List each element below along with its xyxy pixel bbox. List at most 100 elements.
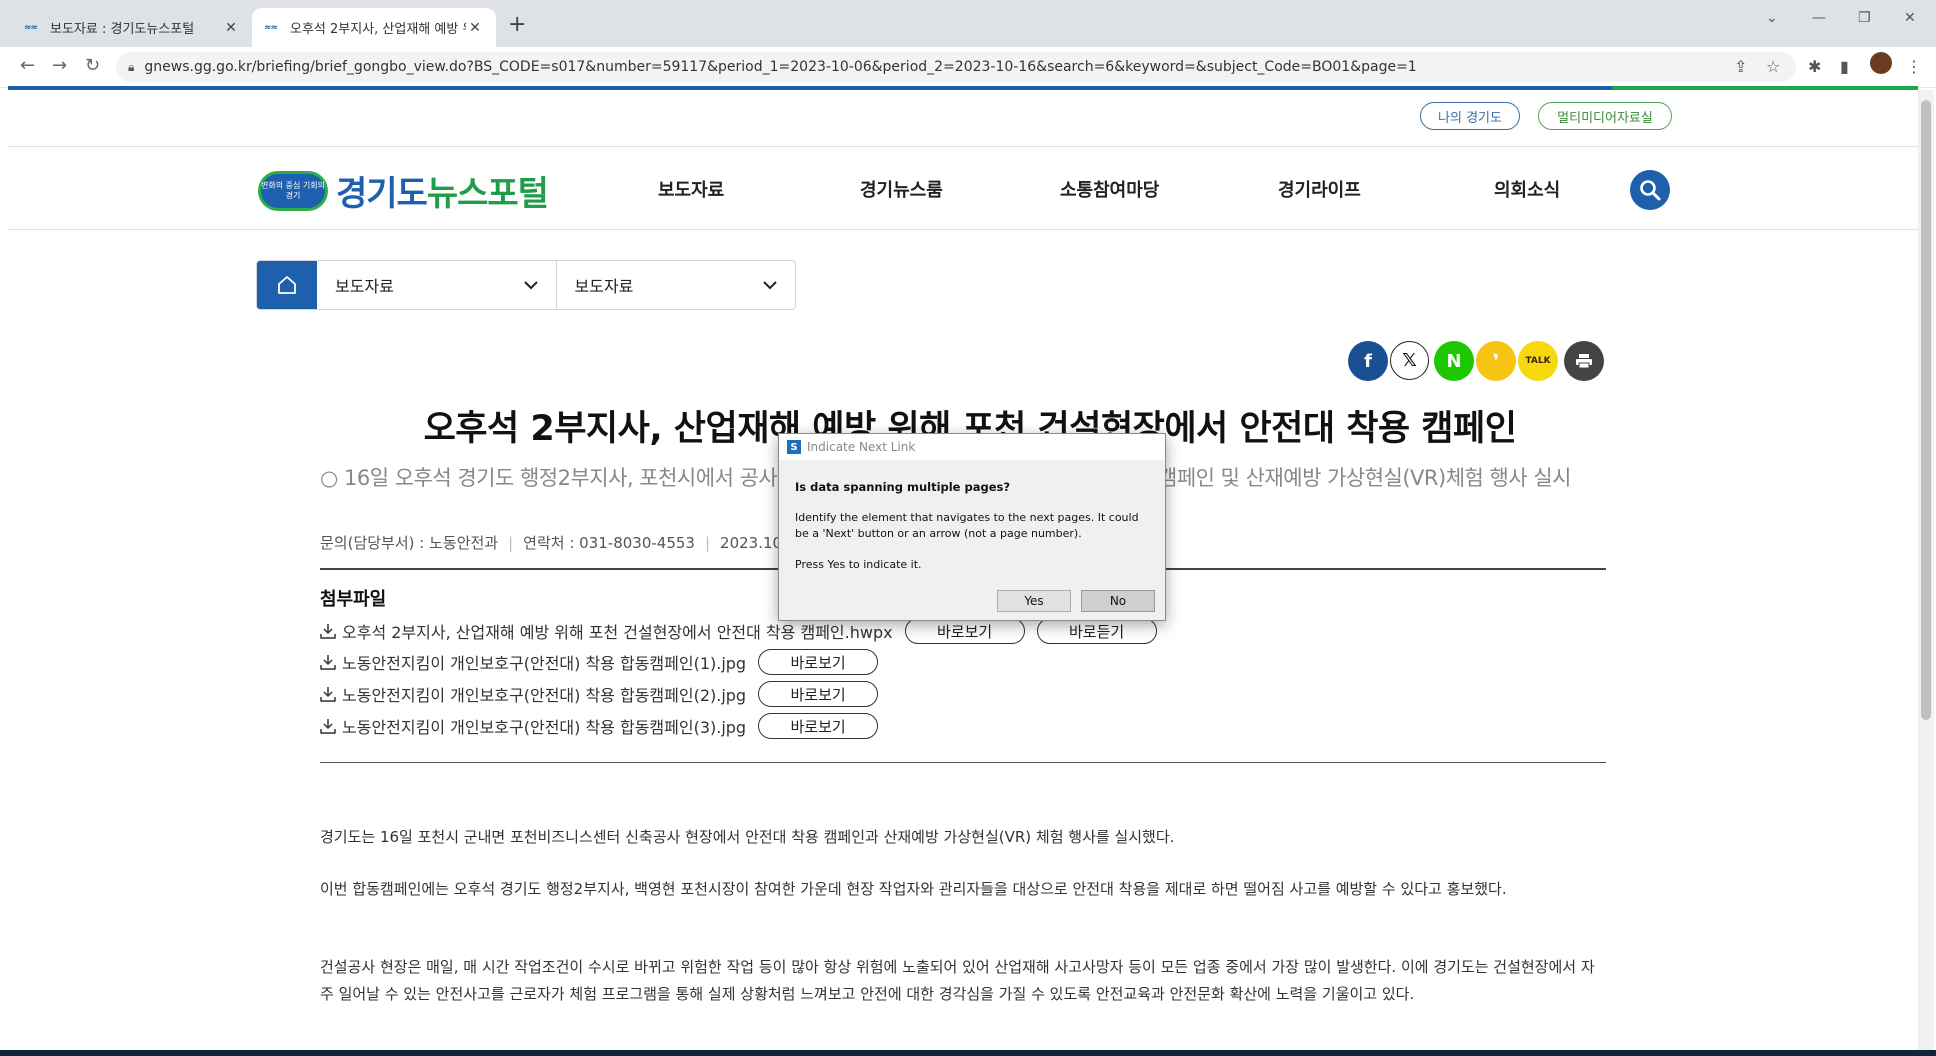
no-button[interactable]: No (1081, 590, 1155, 612)
breadcrumb: 보도자료 보도자료 (256, 260, 796, 310)
attachment-item: 노동안전지킴이 개인보호구(안전대) 착용 합동캠페인(1).jpg 바로보기 (320, 649, 879, 675)
scrollbar-thumb[interactable] (1921, 100, 1931, 720)
close-tab-icon[interactable]: ✕ (466, 20, 484, 36)
dialog-description: Identify the element that navigates to t… (795, 511, 1139, 540)
site-favicon-icon: ≈≈ (264, 22, 278, 33)
dialog-instruction: Press Yes to indicate it. (795, 558, 922, 571)
minimize-icon[interactable]: — (1812, 10, 1826, 26)
logo-text-a: 경기도 (336, 174, 428, 214)
facebook-share-icon[interactable]: f (1348, 341, 1388, 381)
attachments-divider (320, 762, 1606, 763)
lock-icon: 🔒︎ (128, 59, 135, 74)
header-divider (8, 146, 1918, 147)
side-panel-icon[interactable]: ▮ (1840, 57, 1849, 76)
kakaotalk-share-icon[interactable]: TALK (1518, 341, 1558, 381)
browser-toolbar: ← → ↻ 🔒︎ gnews.gg.go.kr/briefing/brief_g… (0, 47, 1936, 88)
download-icon[interactable] (320, 718, 336, 734)
tab-strip: ≈≈ 보도자료 : 경기도뉴스포털 ✕ ≈≈ 오후석 2부지사, 산업재해 예방… (0, 0, 1936, 47)
extensions-icon[interactable]: ✱ (1808, 57, 1821, 76)
search-icon (1640, 180, 1661, 201)
attachment-link[interactable]: 노동안전지킴이 개인보호구(안전대) 착용 합동캠페인(3).jpg (342, 714, 746, 738)
window-close-icon[interactable]: ✕ (1904, 10, 1916, 26)
brand-top-line (8, 86, 1918, 90)
listen-button[interactable]: 바로듣기 (1036, 618, 1157, 644)
my-gyeonggi-link[interactable]: 나의 경기도 (1420, 102, 1520, 130)
nav-participation[interactable]: 소통참여마당 (1060, 176, 1159, 202)
dialog-titlebar: S Indicate Next Link (779, 434, 1165, 460)
profile-avatar[interactable] (1870, 52, 1892, 74)
breadcrumb-label: 보도자료 (335, 277, 394, 296)
share-icon[interactable]: ⇪ (1734, 57, 1747, 76)
article-subtitle-left: ○ 16일 오후석 경기도 행정2부지사, 포천시에서 공사 (320, 466, 778, 490)
close-tab-icon[interactable]: ✕ (222, 20, 240, 36)
attachment-link[interactable]: 오후석 2부지사, 산업재해 예방 위해 포천 건설현장에서 안전대 착용 캠페… (342, 619, 893, 643)
print-icon[interactable] (1564, 341, 1604, 381)
article-subtitle-right: 캠페인 및 산재예방 가상현실(VR)체험 행사 실시 (1158, 466, 1571, 490)
naver-share-icon[interactable]: N (1434, 341, 1474, 381)
download-icon[interactable] (320, 686, 336, 702)
nav-council-news[interactable]: 의회소식 (1494, 176, 1560, 202)
attachment-item: 오후석 2부지사, 산업재해 예방 위해 포천 건설현장에서 안전대 착용 캠페… (320, 618, 1157, 644)
bookmark-star-icon[interactable]: ☆ (1766, 57, 1780, 76)
breadcrumb-select-2[interactable]: 보도자료 (555, 261, 796, 309)
dialog-title: Indicate Next Link (807, 440, 916, 454)
header-bottom-divider (8, 229, 1918, 230)
printer-glyph (1576, 354, 1592, 369)
dialog-question: Is data spanning multiple pages? (795, 480, 1011, 494)
attachment-item: 노동안전지킴이 개인보호구(안전대) 착용 합동캠페인(2).jpg 바로보기 (320, 681, 879, 707)
nav-newsroom[interactable]: 경기뉴스룸 (860, 176, 943, 202)
logo-text-b: 뉴스포털 (426, 174, 549, 214)
download-icon[interactable] (320, 623, 336, 639)
breadcrumb-select-1[interactable]: 보도자료 (317, 261, 556, 309)
restore-icon[interactable]: ❐ (1858, 10, 1871, 26)
site-favicon-icon: ≈≈ (24, 22, 38, 33)
chevron-down-icon (523, 280, 538, 289)
taskbar-strip (0, 1050, 1936, 1056)
url-text: gnews.gg.go.kr/briefing/brief_gongbo_vie… (144, 59, 1417, 75)
view-button[interactable]: 바로보기 (758, 649, 879, 675)
indicate-next-link-dialog: S Indicate Next Link Is data spanning mu… (778, 433, 1166, 621)
meta-dept: 문의(담당부서) : 노동안전과 (320, 534, 499, 552)
home-icon (278, 276, 296, 294)
address-bar[interactable]: 🔒︎ gnews.gg.go.kr/briefing/brief_gongbo_… (116, 52, 1796, 82)
tab-search-icon[interactable]: ⌄ (1766, 10, 1778, 26)
new-tab-icon[interactable]: + (508, 12, 526, 37)
browser-tab-active[interactable]: ≈≈ 오후석 2부지사, 산업재해 예방 위해 포천 ✕ (252, 8, 496, 47)
yes-button[interactable]: Yes (997, 590, 1071, 612)
browser-tab[interactable]: ≈≈ 보도자료 : 경기도뉴스포털 ✕ (12, 8, 252, 47)
view-button[interactable]: 바로보기 (758, 681, 879, 707)
attachments-title: 첨부파일 (320, 589, 387, 610)
multimedia-link[interactable]: 멀티미디어자료실 (1538, 102, 1672, 130)
x-share-icon[interactable]: 𝕏 (1390, 341, 1429, 380)
forward-icon[interactable]: → (52, 55, 67, 76)
browser-menu-icon[interactable]: ⋮ (1906, 57, 1922, 76)
logo-text: 경기도뉴스포털 (336, 166, 549, 215)
back-icon[interactable]: ← (20, 55, 35, 76)
breadcrumb-label: 보도자료 (574, 277, 634, 296)
kakaostory-share-icon[interactable]: ❜ (1476, 341, 1516, 381)
meta-separator: | (704, 534, 711, 552)
download-icon[interactable] (320, 654, 336, 670)
tab-title: 보도자료 : 경기도뉴스포털 (50, 22, 195, 37)
nav-press-release[interactable]: 보도자료 (658, 176, 724, 202)
site-logo[interactable]: 변화의 중심 기회의 경기 경기도뉴스포털 (258, 166, 549, 215)
chevron-down-icon (763, 280, 777, 289)
view-button[interactable]: 바로보기 (758, 713, 879, 739)
nav-life[interactable]: 경기라이프 (1278, 176, 1361, 202)
attachment-link[interactable]: 노동안전지킴이 개인보호구(안전대) 착용 합동캠페인(1).jpg (342, 650, 746, 674)
tab-title: 오후석 2부지사, 산업재해 예방 위해 포천 (290, 22, 466, 37)
home-button[interactable] (257, 261, 317, 309)
meta-date: 2023.10. (720, 534, 787, 552)
meta-separator: | (508, 534, 514, 552)
app-logo-icon: S (787, 440, 801, 454)
view-button[interactable]: 바로보기 (904, 618, 1025, 644)
article-paragraph: 이번 합동캠페인에는 오후석 경기도 행정2부지사, 백영현 포천시장이 참여한… (320, 880, 1507, 898)
article-paragraph: 경기도는 16일 포천시 군내면 포천비즈니스센터 신축공사 현장에서 안전대 … (320, 828, 1175, 846)
logo-badge: 변화의 중심 기회의 경기 (258, 170, 328, 211)
reload-icon[interactable]: ↻ (85, 55, 100, 76)
site-search-button[interactable] (1630, 170, 1670, 210)
meta-contact: 연락처 : 031-8030-4553 (523, 534, 695, 552)
article-paragraph: 건설공사 현장은 매일, 매 시간 작업조건이 수시로 바뀌고 위험한 작업 등… (320, 958, 1595, 1003)
attachment-link[interactable]: 노동안전지킴이 개인보호구(안전대) 착용 합동캠페인(2).jpg (342, 682, 746, 706)
article-meta: 문의(담당부서) : 노동안전과 | 연락처 : 031-8030-4553 | 202… (320, 532, 787, 553)
